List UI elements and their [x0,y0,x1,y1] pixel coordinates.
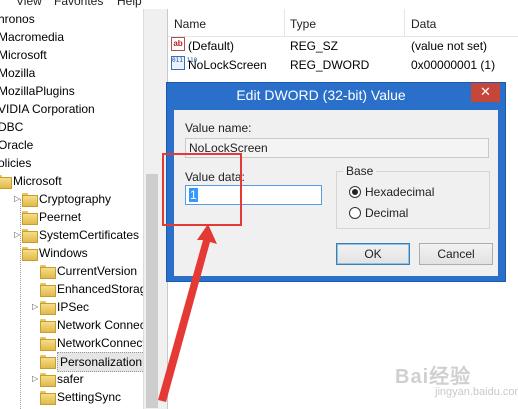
folder-icon [40,391,56,405]
baidu-watermark: Bai经验 jingyan.baidu.com [395,360,518,405]
value-name: NoLockScreen [188,58,267,72]
tree-item-label: Oracle [0,138,34,152]
tree-item[interactable]: Macromedia [0,28,143,46]
ok-button[interactable]: OK [336,243,410,265]
tree-item[interactable]: olicies [0,154,143,172]
tree-scrollbar-thumb[interactable] [146,174,158,408]
folder-icon [22,211,38,225]
column-header-name[interactable]: Name [174,17,206,31]
column-separator[interactable] [404,9,405,37]
folder-icon [0,175,12,189]
tree-item[interactable]: Network Connect [0,316,143,334]
expand-arrow-icon[interactable]: ▷ [14,195,20,203]
tree-item[interactable]: ▷ Cryptography [0,190,143,208]
tree-item[interactable]: Peernet [0,208,143,226]
column-header-type[interactable]: Type [290,17,316,31]
menu-view[interactable]: View [16,0,42,8]
tree-item-label: IPSec [57,300,90,314]
base-legend: Base [343,164,377,178]
registry-tree: hronos Macromedia Microsoft Mozilla MozillaP… [0,9,143,409]
tree-item-label: Cryptography [39,192,112,206]
value-data: (value not set) [411,39,488,53]
value-data: 0x00000001 (1) [411,58,496,72]
menu-favorites[interactable]: Favorites [54,0,103,8]
folder-icon [22,247,38,261]
tree-item[interactable]: ▷ IPSec [0,298,143,316]
tree-item[interactable]: MozillaPlugins [0,82,143,100]
tree-item[interactable]: hronos [0,10,143,28]
tree-item-label: safer [57,372,84,386]
column-header-data[interactable]: Data [411,17,436,31]
folder-icon [40,319,56,333]
watermark-sub: jingyan.baidu.com [435,386,518,398]
tree-item-label: Microsoft [0,48,47,62]
column-separator[interactable] [284,9,285,37]
folder-icon [40,373,56,387]
tree-item-label: olicies [0,156,32,170]
folder-icon [40,337,56,351]
dialog-title[interactable]: Edit DWORD (32-bit) Value [167,83,505,110]
list-row[interactable]: 011 110 NoLockScreen REG_DWORD 0x0000000… [168,56,518,75]
list-row[interactable]: ab (Default) REG_SZ (value not set) [168,37,518,56]
tree-item-label: Personalization [57,352,143,372]
tree-item-label: Peernet [39,210,82,224]
folder-icon [22,193,38,207]
tree-item[interactable]: Oracle [0,136,143,154]
tree-item-label: Macromedia [0,30,65,44]
menu-bar: View Favorites Help [0,0,160,9]
tree-item[interactable]: ▷ SystemCertificates [0,226,143,244]
tree-item[interactable]: Windows [0,244,143,262]
tree-item-label: Windows [39,246,88,260]
tree-item[interactable]: CurrentVersion [0,262,143,280]
tree-item-label: SettingSync [57,390,122,404]
folder-icon [40,301,56,315]
folder-icon [40,283,56,297]
tree-item[interactable]: Mozilla [0,64,143,82]
tree-item-label: VIDIA Corporation [0,102,95,116]
tree-item[interactable]: Personalization [0,352,143,372]
tree-item-label: Network Connect [57,318,143,332]
tree-item-label: SystemCertificates [39,228,140,242]
expand-arrow-icon[interactable]: ▷ [32,375,38,383]
tree-item-label: Microsoft [13,174,62,188]
list-header: Name Type Data [168,9,518,37]
tree-item[interactable]: NetworkConnect [0,334,143,352]
tree-item-label: MozillaPlugins [0,84,75,98]
tree-item[interactable]: EnhancedStorage [0,280,143,298]
close-icon[interactable]: ✕ [471,83,500,102]
menu-help[interactable]: Help [117,0,142,8]
tree-item-label: CurrentVersion [57,264,138,278]
base-groupbox: Base Hexadecimal Decimal [336,164,490,229]
tree-item[interactable]: Microsoft [0,46,143,64]
annotation-highlight-box [162,153,242,226]
string-value-icon: ab [171,37,185,51]
tree-item[interactable]: DBC [0,118,143,136]
tree-item[interactable]: Microsoft [0,172,143,190]
tree-item-label: DBC [0,120,24,134]
hexadecimal-label[interactable]: Hexadecimal [365,185,434,199]
cancel-button[interactable]: Cancel [419,243,493,265]
folder-icon [40,355,56,369]
watermark-text: Bai经验 [395,366,472,388]
hexadecimal-radio[interactable] [349,186,361,198]
binary-value-icon: 011 110 [171,56,197,70]
tree-scrollbar[interactable] [143,9,160,409]
expand-arrow-icon[interactable]: ▷ [14,231,20,239]
value-type: REG_SZ [290,39,339,53]
value-name: (Default) [188,39,235,53]
tree-item[interactable]: ▷ safer [0,370,143,388]
tree-item[interactable]: VIDIA Corporation [0,100,143,118]
folder-icon [40,265,56,279]
tree-item-label: Mozilla [0,66,36,80]
tree-item-label: NetworkConnect [57,336,143,350]
tree-item[interactable]: SettingSync [0,388,143,406]
decimal-radio[interactable] [349,207,361,219]
tree-item-label: hronos [0,12,35,26]
folder-icon [22,229,38,243]
expand-arrow-icon[interactable]: ▷ [32,303,38,311]
decimal-label[interactable]: Decimal [365,206,408,220]
tree-item-label: EnhancedStorage [57,282,143,296]
value-name-label: Value name: [185,121,252,135]
value-type: REG_DWORD [290,58,370,72]
